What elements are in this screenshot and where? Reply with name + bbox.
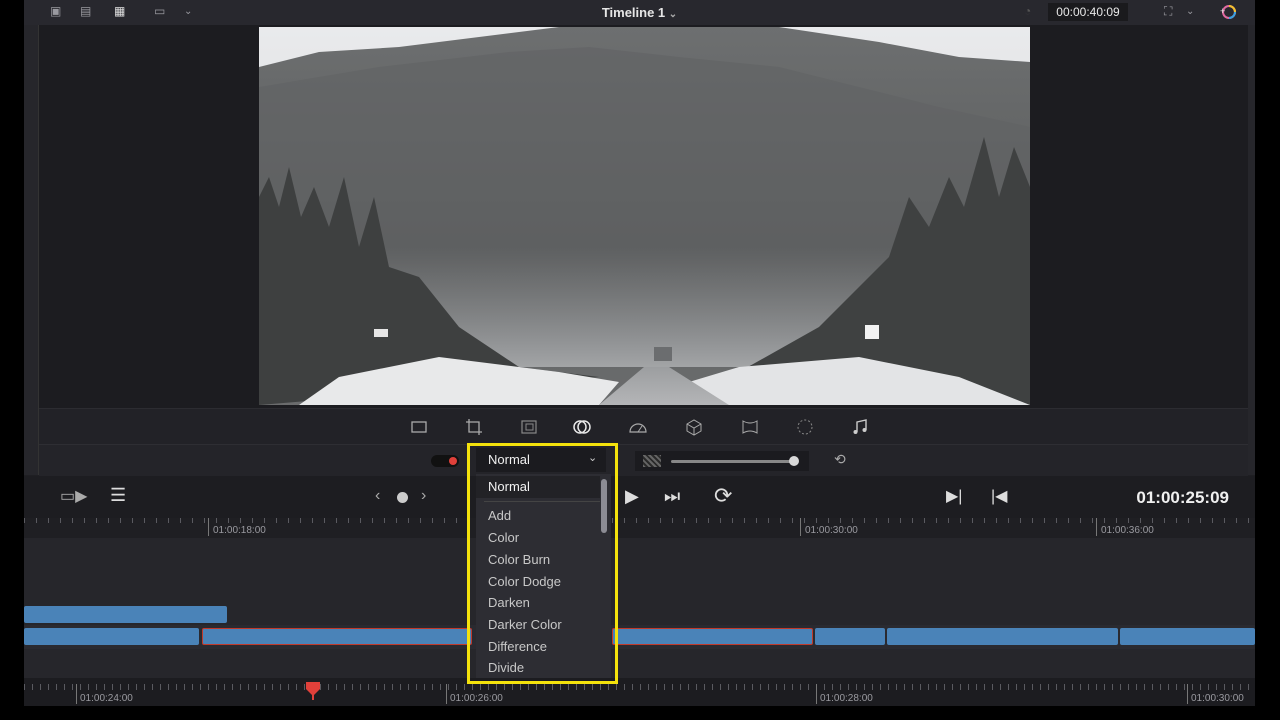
ruler-label: 01:00:24:00 [80,693,133,704]
reset-icon[interactable]: ⟲ [834,451,846,468]
fast-forward-icon[interactable]: ⏭ [664,486,680,507]
ruler-label: 01:00:18:00 [213,525,266,536]
composite-mode-value: Normal [488,452,530,467]
ruler-label: 01:00:36:00 [1101,525,1154,536]
marker-icon[interactable] [397,492,408,503]
dropdown-item-darken[interactable]: Darken [488,595,530,610]
dropdown-item-normal[interactable]: Normal [488,479,530,494]
prev-marker-icon[interactable]: ‹ [375,487,380,505]
source-tape-icon[interactable]: ▭▶ [60,486,87,506]
dropdown-scrollbar[interactable] [601,479,607,533]
clip[interactable] [887,628,1118,645]
upper-ruler[interactable]: 01:00:18:00 01:00:30:00 01:00:36:00 [24,518,1255,538]
play-icon[interactable]: ▶ [625,486,639,507]
stabilization-icon[interactable] [683,416,705,438]
composite-mode-dropdown: Normal Add Color Color Burn Color Dodge … [476,474,611,678]
viewer-tools-row [39,408,1248,445]
dropdown-item-color[interactable]: Color [488,530,519,545]
ruler-label: 01:00:26:00 [450,693,503,704]
clip[interactable] [815,628,885,645]
svg-text:+: + [1220,6,1225,16]
dropdown-item-color-burn[interactable]: Color Burn [488,552,550,567]
ruler-label: 01:00:30:00 [1191,693,1244,704]
lens-correction-icon[interactable] [739,416,761,438]
source-timecode: 00:00:40:09 [1048,3,1128,21]
ruler-label: 01:00:30:00 [805,525,858,536]
next-marker-icon[interactable]: › [421,487,426,505]
clip-selected[interactable] [612,628,813,645]
right-panel-edge [1248,25,1255,475]
crop-icon[interactable] [463,416,485,438]
clock-icon: ◔ [1024,4,1032,18]
clip[interactable] [1120,628,1255,645]
dropdown-divider [484,501,600,502]
dropdown-item-difference[interactable]: Difference [488,639,547,654]
color-wheel-icon[interactable]: + [1218,2,1238,22]
next-clip-icon[interactable]: ▶| [946,486,962,506]
dropdown-item-color-dodge[interactable]: Color Dodge [488,574,561,589]
opacity-slider-track[interactable] [671,460,795,463]
prev-clip-icon[interactable]: |◀ [991,486,1007,506]
speed-icon[interactable] [627,416,649,438]
loop-icon[interactable]: ⟳ [714,483,732,509]
opacity-slider-handle[interactable] [789,456,799,466]
opacity-icon [643,455,661,467]
composite-row: ⟲ [39,444,1248,476]
top-bar: ▣ ▤ ▦ ▭ ⌄ Timeline 1 ⌄ ◔ 00:00:40:09 ⛶ ⌄… [24,0,1255,26]
dynamic-zoom-icon[interactable] [518,416,540,438]
transform-icon[interactable] [408,416,430,438]
opacity-control [635,451,809,471]
resolve-cut-page: ▣ ▤ ▦ ▭ ⌄ Timeline 1 ⌄ ◔ 00:00:40:09 ⛶ ⌄… [24,0,1255,706]
dropdown-item-add[interactable]: Add [488,508,511,523]
chevron-down-icon[interactable]: ⌄ [1186,6,1194,17]
left-panel-edge [24,25,39,475]
audio-icon[interactable] [849,416,871,438]
composite-icon[interactable] [571,416,593,438]
dropdown-item-divide[interactable]: Divide [488,660,524,675]
keyframe-toggle[interactable] [431,455,459,467]
dropdown-item-darker-color[interactable]: Darker Color [488,617,562,632]
playhead[interactable] [305,680,321,700]
safe-area-icon[interactable]: ⛶ [1164,4,1172,19]
timeline-timecode: 01:00:25:09 [1136,488,1229,507]
clip-selected[interactable] [202,628,472,645]
ruler-label: 01:00:28:00 [820,693,873,704]
video-frame [259,27,1030,405]
clip-v2[interactable] [24,606,227,623]
chevron-down-icon[interactable]: ⌄ [588,451,597,464]
transport-bar: ▭▶ ☰ ‹ › ▶ ⏭ ⟳ ▶| |◀ 01:00:25:09 [24,476,1255,518]
settings-sliders-icon[interactable]: ☰ [110,485,126,506]
clip[interactable] [24,628,199,645]
lower-ruler[interactable]: 01:00:24:00 01:00:26:00 01:00:28:00 01:0… [24,678,1255,706]
retime-icon[interactable] [794,416,816,438]
composite-mode-select[interactable]: Normal ⌄ [476,448,606,472]
